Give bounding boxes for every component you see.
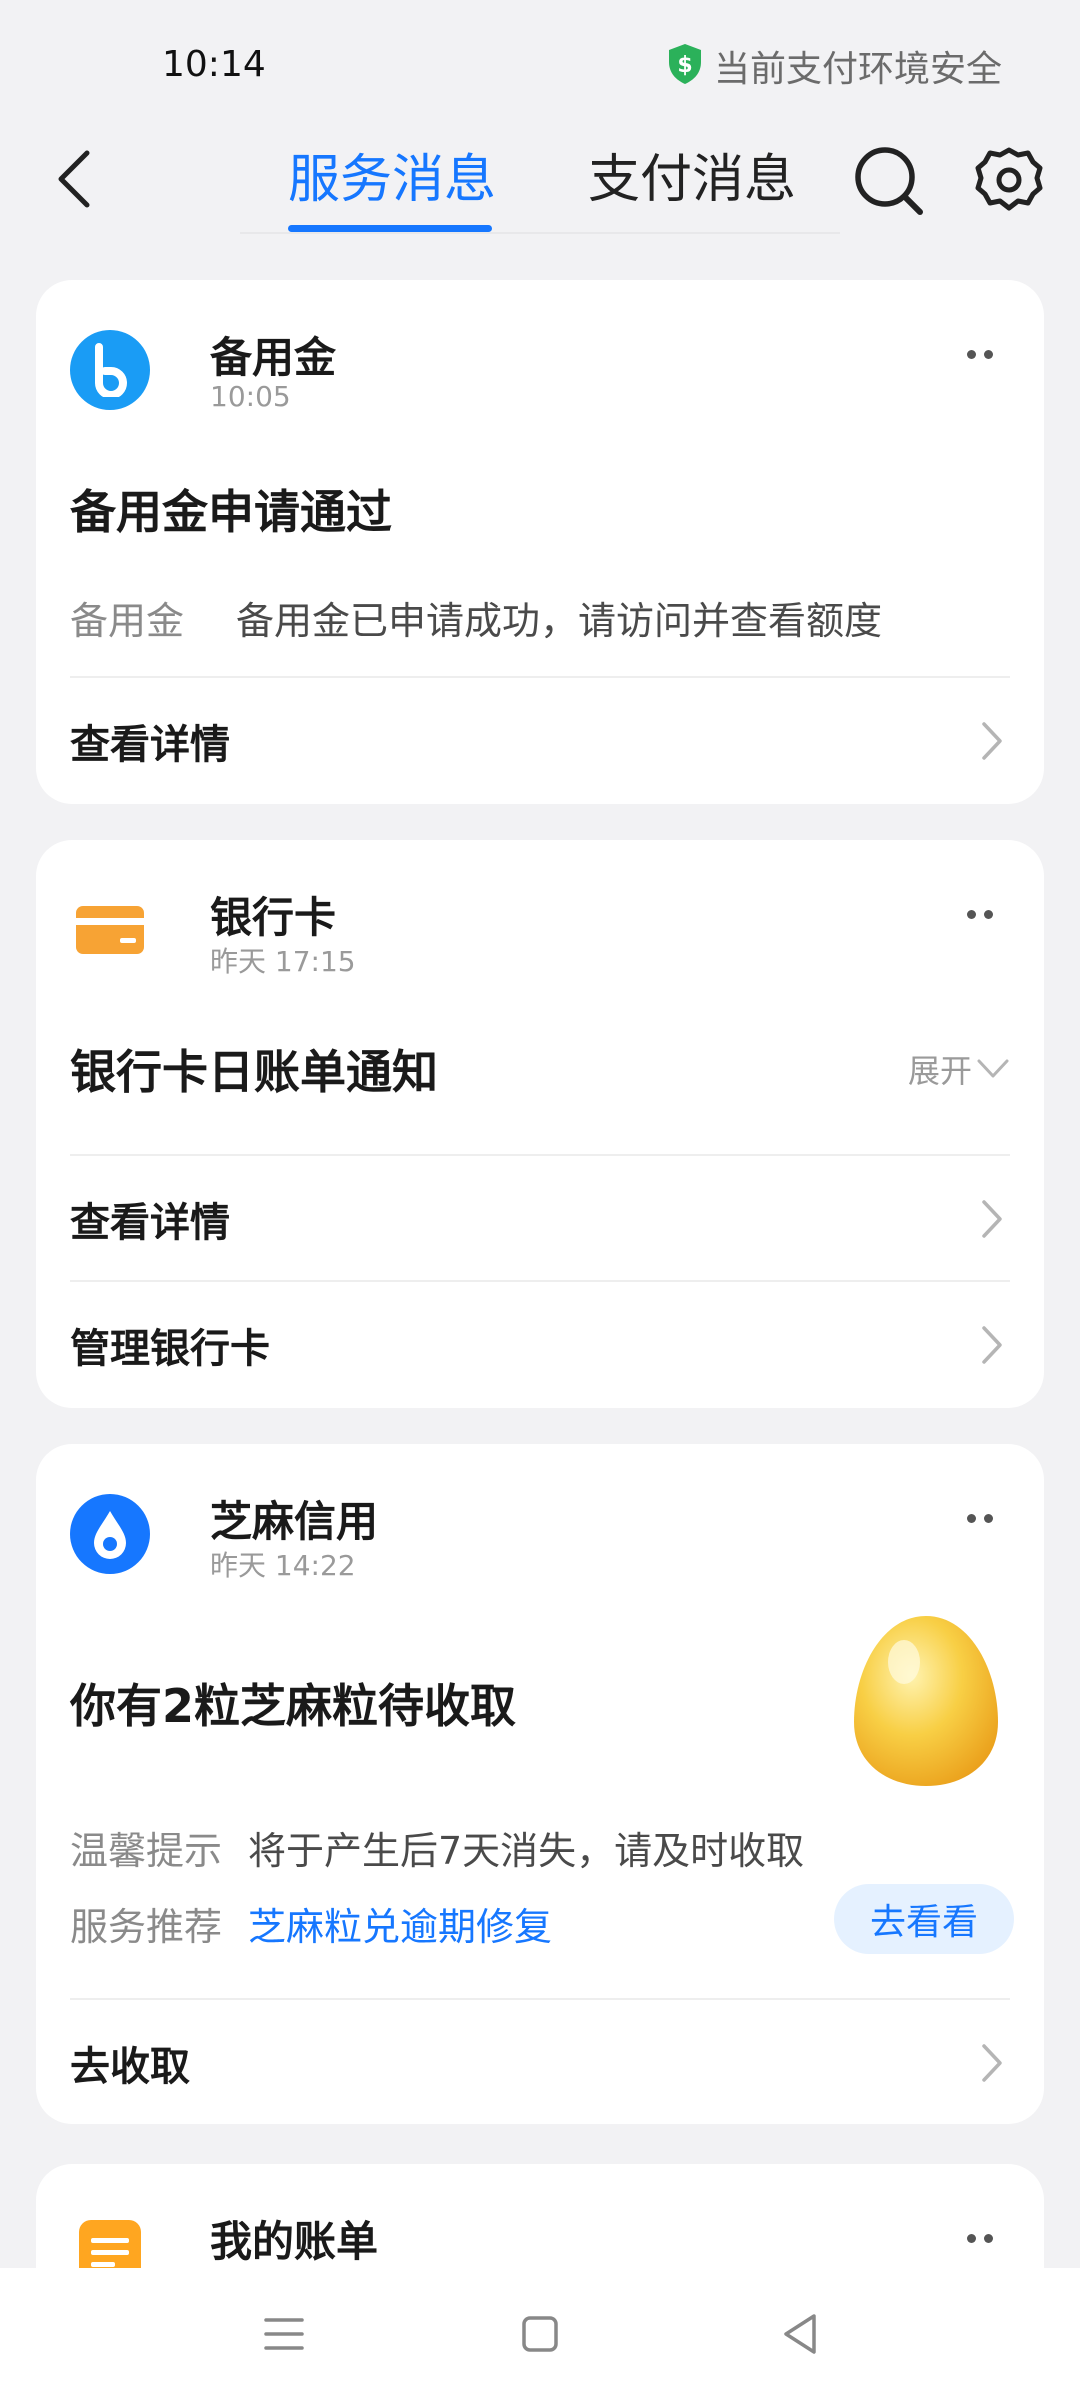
tab-service-messages[interactable]: 服务消息 [288, 140, 496, 220]
back-arrow-icon [58, 150, 90, 208]
manage-bank-card-row[interactable]: 管理银行卡 [70, 1282, 1010, 1408]
home-square-icon [522, 2316, 558, 2352]
svg-text:$: $ [677, 53, 692, 78]
card-timestamp: 10:05 [210, 380, 291, 413]
card-title: 你有2粒芝麻粒待收取 [70, 1679, 517, 1733]
card-timestamp: 昨天 14:22 [210, 1549, 356, 1582]
chevron-down-icon [977, 1059, 1009, 1078]
detail-key: 服务推荐 [70, 1905, 223, 1949]
sesame-credit-logo-icon [70, 1494, 150, 1574]
secure-text: 当前支付环境安全 [713, 49, 1002, 90]
card-source-name: 芝麻信用 [210, 1497, 379, 1546]
system-navigation-bar [0, 2268, 1080, 2400]
card-detail-row: 备用金 备用金已申请成功，请访问并查看额度 [70, 590, 882, 645]
secure-indicator: $ 当前支付环境安全 [666, 40, 1002, 92]
card-source-name: 银行卡 [210, 893, 337, 942]
back-button[interactable] [40, 144, 110, 214]
more-options-button[interactable] [950, 1498, 1010, 1538]
card-detail-row: 温馨提示 将于产生后7天消失，请及时收取 [70, 1820, 804, 1875]
collect-row[interactable]: 去收取 [70, 2000, 1010, 2124]
nav-menu-button[interactable] [254, 2304, 314, 2364]
shield-icon: $ [666, 42, 704, 90]
active-tab-indicator [288, 225, 492, 232]
go-see-button[interactable]: 去看看 [834, 1884, 1014, 1954]
status-bar: 10:14 $ 当前支付环境安全 [0, 0, 1080, 120]
card-timestamp: 昨天 17:15 [210, 945, 356, 978]
more-options-button[interactable] [950, 334, 1010, 374]
more-options-button[interactable] [950, 894, 1010, 934]
status-time: 10:14 [162, 44, 266, 85]
view-details-row[interactable]: 查看详情 [70, 678, 1010, 804]
card-header: 银行卡 昨天 17:15 [70, 890, 1010, 980]
detail-key: 备用金 [70, 599, 185, 643]
nav-home-button[interactable] [510, 2304, 570, 2364]
tab-divider [240, 232, 840, 234]
search-button[interactable] [850, 142, 928, 220]
chevron-right-icon [974, 2044, 1010, 2082]
card-detail-row: 服务推荐 芝麻粒兑逾期修复 [70, 1896, 552, 1951]
header: 服务消息 支付消息 [0, 120, 1080, 240]
nav-back-button[interactable] [770, 2304, 830, 2364]
action-label: 去收取 [70, 2044, 190, 2090]
gear-icon [975, 147, 1043, 211]
message-card-bank-card[interactable]: 银行卡 昨天 17:15 银行卡日账单通知 展开 查看详情 管理银行卡 [36, 840, 1044, 1408]
reserve-fund-logo-icon [70, 330, 150, 410]
sesame-seed-icon [846, 1610, 1006, 1790]
bank-card-icon [70, 890, 150, 970]
card-title: 备用金申请通过 [70, 485, 392, 539]
action-label: 查看详情 [70, 1200, 230, 1246]
card-source-name: 备用金 [210, 333, 337, 382]
card-header: 芝麻信用 昨天 14:22 [70, 1494, 1010, 1584]
expand-toggle[interactable]: 展开 [908, 1046, 1010, 1092]
card-source-name: 我的账单 [210, 2217, 379, 2266]
chevron-right-icon [974, 1326, 1010, 1364]
menu-icon [264, 2318, 304, 2350]
more-options-button[interactable] [950, 2218, 1010, 2258]
recommendation-link[interactable]: 芝麻粒兑逾期修复 [248, 1896, 552, 1951]
card-title: 银行卡日账单通知 [70, 1045, 438, 1099]
chevron-right-icon [974, 1200, 1010, 1238]
chevron-right-icon [974, 722, 1010, 760]
detail-value: 备用金已申请成功，请访问并查看额度 [236, 599, 883, 643]
back-triangle-icon [784, 2314, 816, 2354]
message-card-reserve-fund[interactable]: 备用金 10:05 备用金申请通过 备用金 备用金已申请成功，请访问并查看额度 … [36, 280, 1044, 804]
tab-payment-messages[interactable]: 支付消息 [588, 140, 796, 220]
search-icon [855, 147, 923, 215]
expand-label: 展开 [907, 1052, 972, 1090]
action-label: 查看详情 [70, 722, 230, 768]
detail-key: 温馨提示 [70, 1829, 223, 1873]
message-card-sesame-credit[interactable]: 芝麻信用 昨天 14:22 你有2粒芝麻粒待收取 温馨提示 将于产生后7天消失，… [36, 1444, 1044, 2124]
view-details-row[interactable]: 查看详情 [70, 1156, 1010, 1282]
settings-button[interactable] [970, 142, 1048, 220]
detail-value: 将于产生后7天消失，请及时收取 [248, 1829, 805, 1873]
action-label: 管理银行卡 [70, 1326, 270, 1372]
card-header: 备用金 10:05 [70, 330, 1010, 420]
